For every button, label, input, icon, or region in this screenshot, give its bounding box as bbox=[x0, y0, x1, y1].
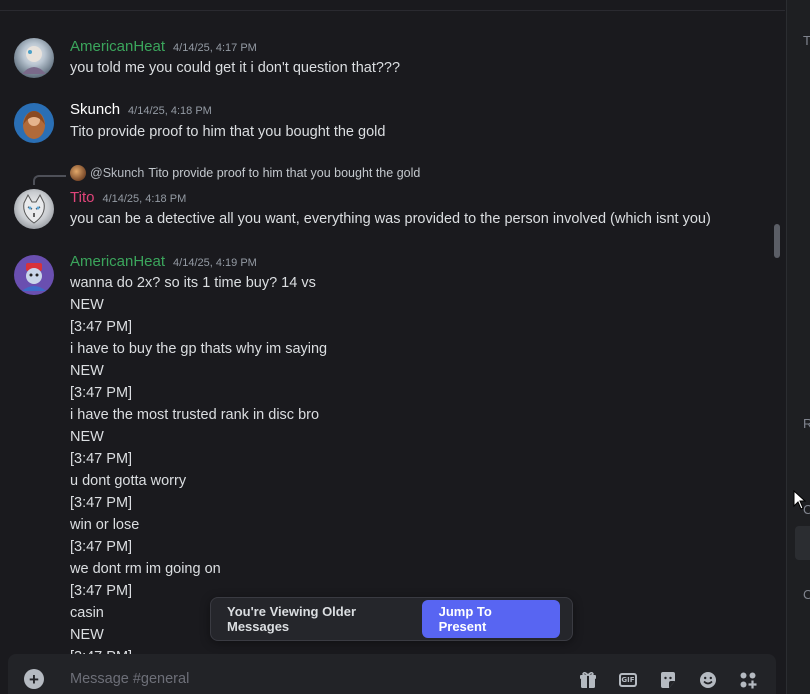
member-panel: T R C C bbox=[786, 0, 810, 694]
message-text: [3:47 PM] bbox=[70, 495, 133, 511]
message-list[interactable]: AmericanHeat 4/14/25, 4:17 PM you told m… bbox=[0, 20, 785, 660]
message-text: we dont rm im going on bbox=[70, 561, 221, 577]
panel-item[interactable] bbox=[795, 526, 810, 560]
jump-to-present-button[interactable]: Jump To Present bbox=[421, 600, 560, 638]
message-text: casin bbox=[70, 605, 104, 621]
header-divider bbox=[0, 10, 785, 11]
gif-icon[interactable]: GIF bbox=[618, 670, 638, 690]
message-text: NEW bbox=[70, 429, 104, 445]
timestamp: 4/14/25, 4:19 PM bbox=[173, 257, 257, 269]
emoji-icon[interactable] bbox=[698, 670, 718, 690]
message-text: [3:47 PM] bbox=[70, 385, 133, 401]
message-text: i have to buy the gp thats why im saying bbox=[70, 341, 328, 357]
gift-icon[interactable] bbox=[578, 670, 598, 690]
timestamp: 4/14/25, 4:18 PM bbox=[102, 193, 187, 205]
chat-app: AmericanHeat 4/14/25, 4:17 PM you told m… bbox=[0, 0, 810, 694]
message: Skunch 4/14/25, 4:18 PM Tito provide pro… bbox=[0, 101, 770, 149]
timestamp: 4/14/25, 4:17 PM bbox=[173, 42, 257, 54]
apps-icon[interactable] bbox=[738, 670, 758, 690]
message-text: Tito provide proof to him that you bough… bbox=[70, 124, 386, 140]
username[interactable]: AmericanHeat bbox=[70, 38, 165, 55]
plus-circle-icon[interactable]: + bbox=[24, 669, 44, 689]
panel-heading: C bbox=[803, 587, 810, 602]
message-text: NEW bbox=[70, 297, 104, 313]
message-text: [3:47 PM] bbox=[70, 451, 133, 467]
avatar[interactable] bbox=[14, 38, 54, 78]
message: AmericanHeat 4/14/25, 4:17 PM you told m… bbox=[0, 36, 770, 84]
panel-heading: T bbox=[803, 33, 810, 48]
timestamp: 4/14/25, 4:18 PM bbox=[128, 105, 212, 117]
message-text: you told me you could get it i don't que… bbox=[70, 60, 401, 76]
reply-avatar bbox=[70, 165, 86, 181]
avatar[interactable] bbox=[14, 189, 54, 229]
message-text: wanna do 2x? so its 1 time buy? 14 vs bbox=[70, 275, 316, 291]
message-text: win or lose bbox=[70, 517, 140, 533]
message-text: [3:47 PM] bbox=[70, 319, 133, 335]
message-text: [3:47 PM] bbox=[70, 539, 133, 555]
message-text: [3:47 PM] bbox=[70, 583, 133, 599]
message-composer: + GIF bbox=[8, 654, 776, 694]
panel-heading: R bbox=[803, 416, 810, 431]
reply-reference[interactable]: @Skunch Tito provide proof to him that y… bbox=[70, 165, 420, 181]
message: @Skunch Tito provide proof to him that y… bbox=[0, 165, 770, 235]
username[interactable]: Tito bbox=[70, 189, 94, 206]
avatar[interactable] bbox=[14, 255, 54, 295]
reply-text: Tito provide proof to him that you bough… bbox=[148, 166, 421, 180]
sticker-icon[interactable] bbox=[658, 670, 678, 690]
username[interactable]: Skunch bbox=[70, 101, 120, 118]
message-text: NEW bbox=[70, 627, 104, 643]
older-messages-banner: You're Viewing Older Messages Jump To Pr… bbox=[210, 597, 573, 641]
message-text: i have the most trusted rank in disc bro bbox=[70, 407, 320, 423]
reply-spine bbox=[33, 175, 66, 185]
message-text: u dont gotta worry bbox=[70, 473, 187, 489]
message-text: NEW bbox=[70, 363, 104, 379]
avatar[interactable] bbox=[14, 103, 54, 143]
message-text: you can be a detective all you want, eve… bbox=[70, 211, 711, 227]
message-input[interactable] bbox=[70, 668, 510, 690]
mouse-cursor-icon bbox=[793, 490, 807, 510]
older-messages-text: You're Viewing Older Messages bbox=[227, 604, 357, 634]
reply-username[interactable]: @Skunch bbox=[90, 166, 144, 180]
scrollbar-thumb[interactable] bbox=[774, 224, 780, 258]
username[interactable]: AmericanHeat bbox=[70, 253, 165, 270]
